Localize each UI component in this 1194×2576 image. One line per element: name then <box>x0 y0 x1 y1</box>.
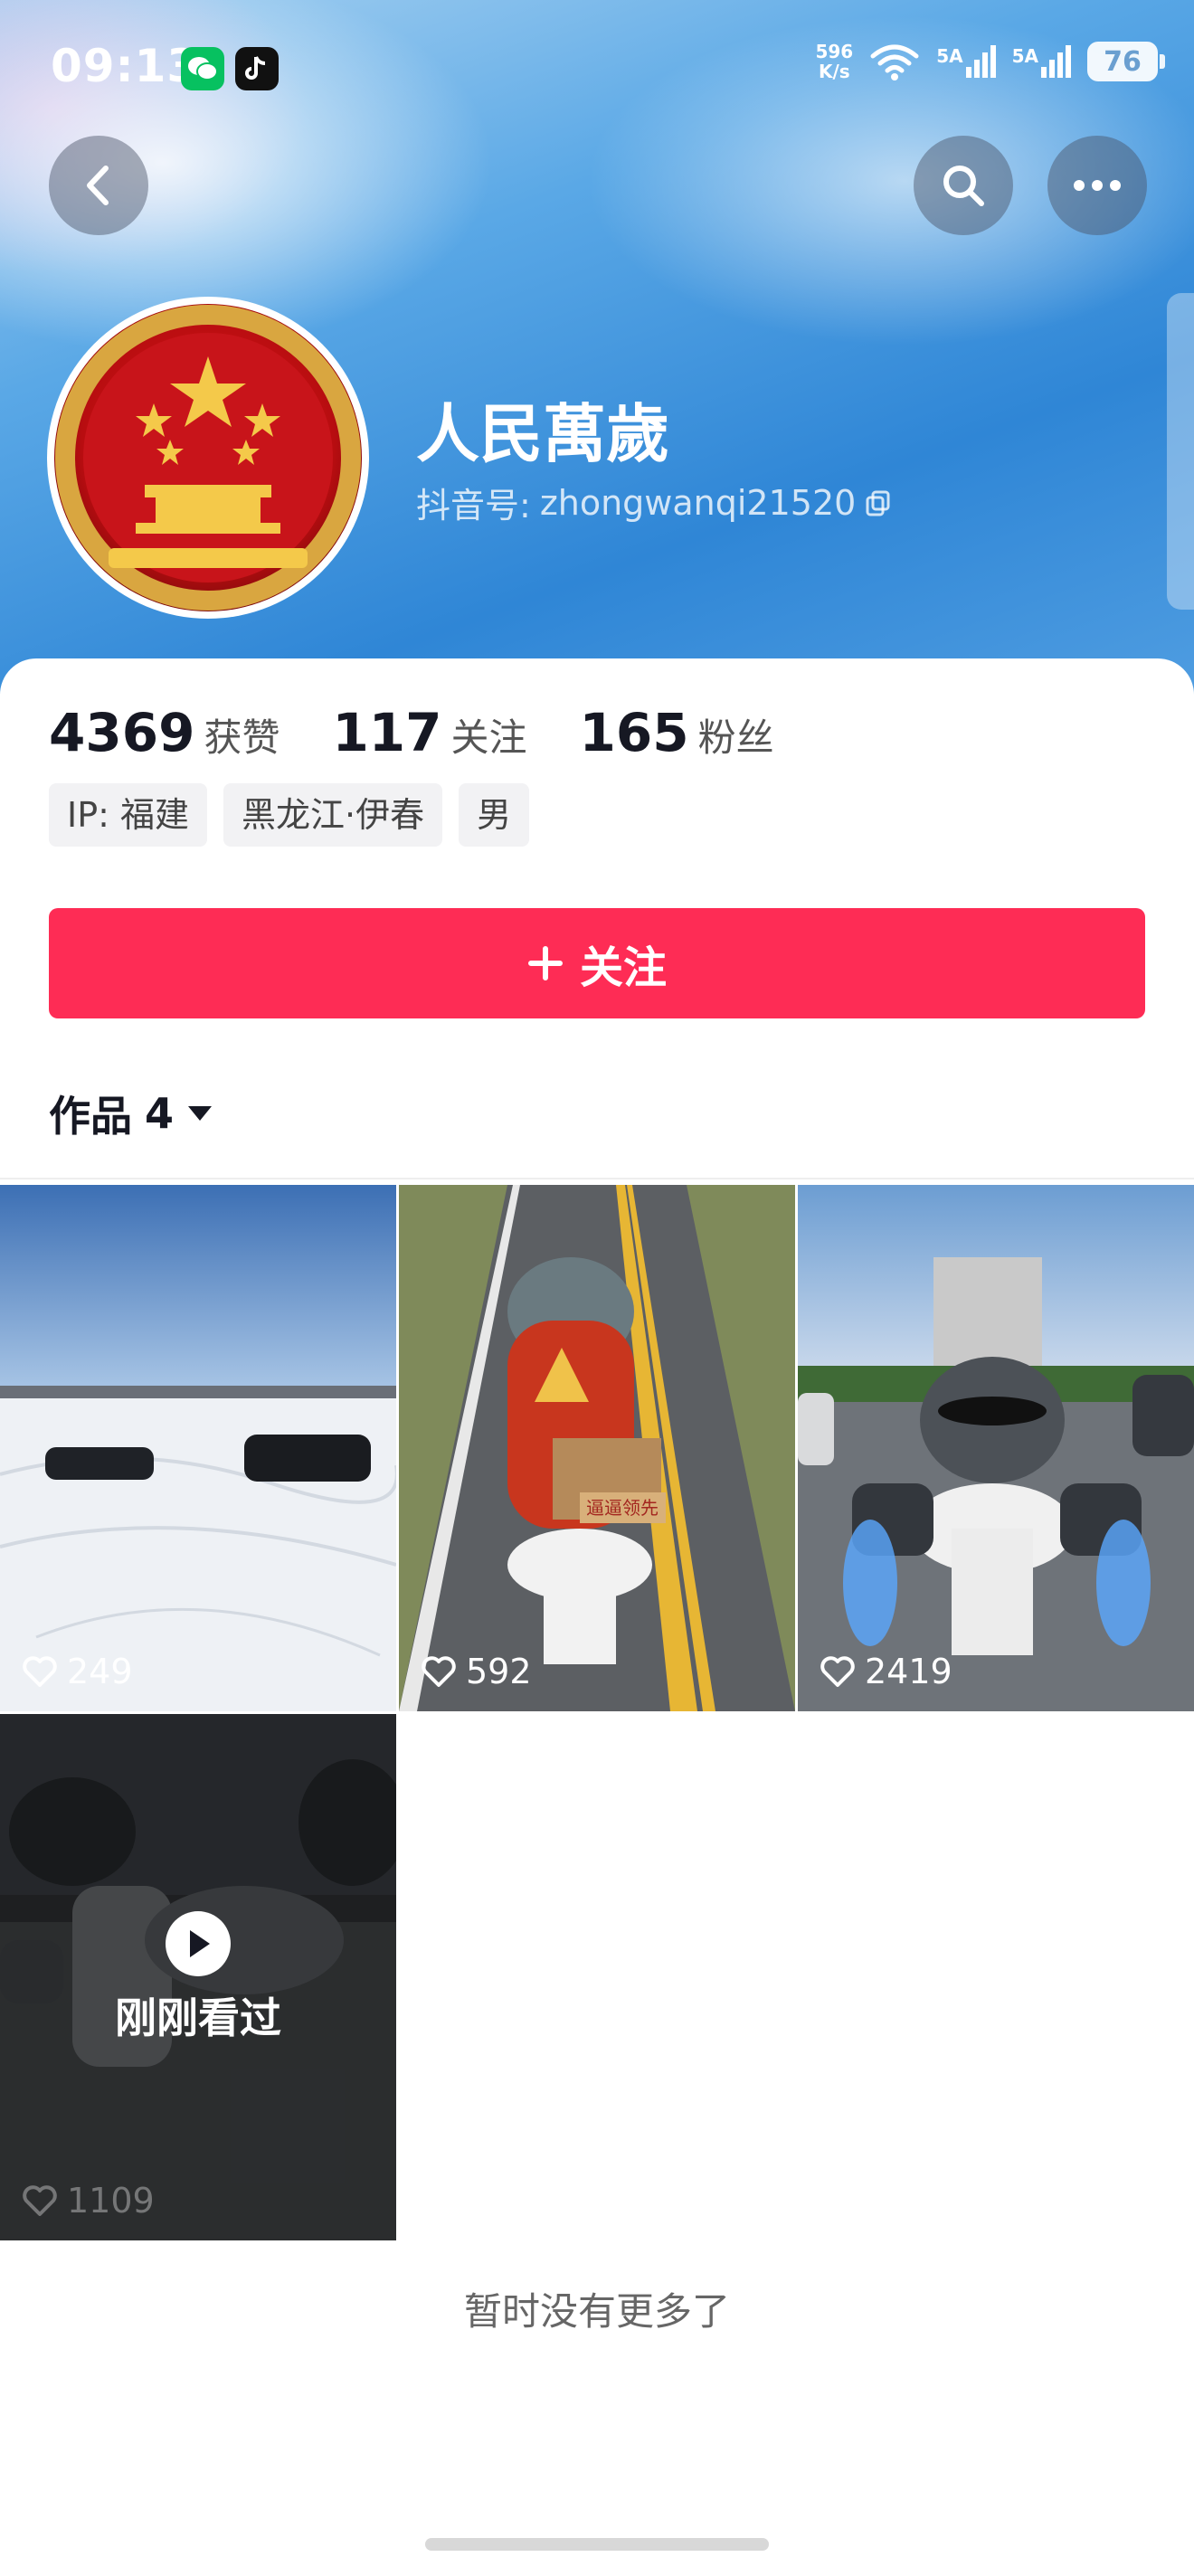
cell-signal-2: 5A <box>1012 45 1071 78</box>
tab-works[interactable]: 作品 4 <box>49 1084 213 1143</box>
video-thumb-1[interactable]: 249 <box>0 1185 396 1711</box>
tab-divider <box>0 1178 1194 1179</box>
status-bar: 09:13 596 K/s 5A 5A 76 <box>0 0 1194 136</box>
video-3-image <box>798 1185 1194 1711</box>
cell-signal-1: 5A <box>936 45 996 78</box>
heart-icon <box>23 2185 57 2216</box>
wifi-icon <box>870 44 919 80</box>
profile-name: 人民萬歲 <box>416 397 669 471</box>
video-thumb-3[interactable]: 2419 <box>798 1185 1194 1711</box>
more-icon <box>1074 180 1121 191</box>
profile-stats: 4369 获赞 117 关注 165 粉丝 <box>49 702 827 763</box>
tag-location: 黑龙江·伊春 <box>223 783 443 847</box>
video-thumb-2[interactable]: 逼逼领先 592 <box>399 1185 795 1711</box>
tag-ip: IP: 福建 <box>49 783 208 847</box>
avatar[interactable] <box>47 297 369 619</box>
play-icon <box>166 1911 231 1976</box>
net-speed: 596 K/s <box>815 41 854 82</box>
no-more-text: 暂时没有更多了 <box>463 2289 730 2334</box>
video-1-image <box>0 1185 396 1711</box>
emblem-image <box>55 305 361 611</box>
home-indicator[interactable] <box>425 2538 769 2551</box>
svg-text:逼逼领先: 逼逼领先 <box>586 1497 659 1519</box>
tiktok-icon <box>235 47 279 90</box>
search-icon <box>943 166 984 206</box>
caret-down-icon <box>188 1106 213 1121</box>
heart-icon <box>820 1656 855 1687</box>
status-indicators: 596 K/s 5A 5A 76 <box>815 41 1165 82</box>
profile-tags: IP: 福建 黑龙江·伊春 男 <box>49 783 530 847</box>
stat-following[interactable]: 117 关注 <box>332 702 526 763</box>
follow-button[interactable]: 关注 <box>49 908 1145 1018</box>
copy-icon[interactable] <box>865 489 892 516</box>
video-2-image: 逼逼领先 <box>399 1185 795 1711</box>
more-button[interactable] <box>1047 136 1147 235</box>
video-3-likes: 2419 <box>820 1652 952 1691</box>
chevron-left-icon <box>87 166 109 205</box>
search-button[interactable] <box>914 136 1013 235</box>
watched-overlay <box>0 1714 396 2240</box>
stat-likes: 4369 获赞 <box>49 702 280 763</box>
heart-icon <box>23 1656 57 1687</box>
follow-button-label: 关注 <box>579 942 667 993</box>
heart-icon <box>422 1656 456 1687</box>
tag-gender: 男 <box>459 783 530 847</box>
video-thumb-4[interactable]: 刚刚看过 1109 <box>0 1714 396 2240</box>
douyin-id: 抖音号: zhongwanqi21520 <box>416 478 892 527</box>
recently-watched-label: 刚刚看过 <box>115 1994 281 2042</box>
wechat-icon <box>181 47 224 90</box>
battery-indicator: 76 <box>1087 42 1165 81</box>
plus-icon <box>527 946 563 980</box>
video-4-likes: 1109 <box>22 2181 155 2221</box>
status-time: 09:13 <box>51 40 200 92</box>
video-1-likes: 249 <box>22 1652 133 1691</box>
video-2-likes: 592 <box>421 1652 532 1691</box>
back-button[interactable] <box>49 136 148 235</box>
stat-followers[interactable]: 165 粉丝 <box>580 702 774 763</box>
side-drawer-handle[interactable] <box>1167 293 1194 610</box>
